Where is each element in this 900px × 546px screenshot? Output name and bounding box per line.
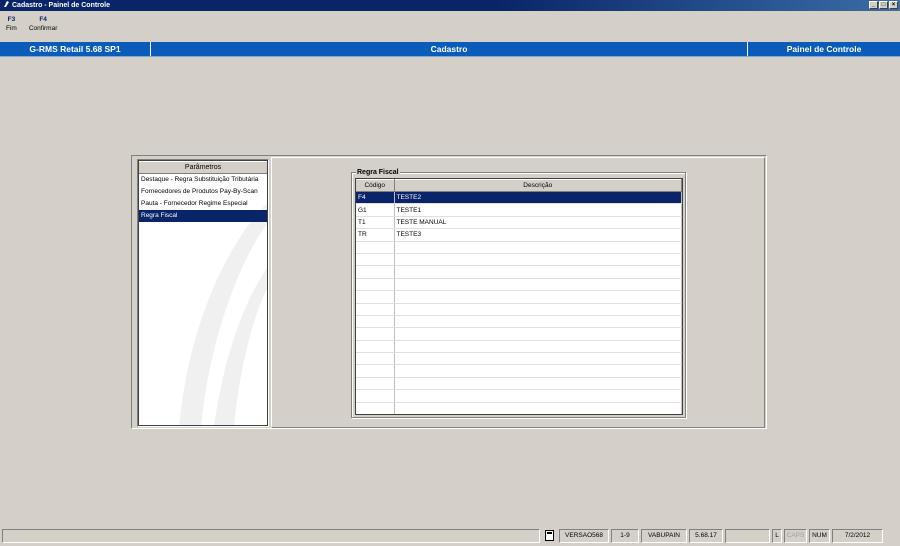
cell-empty bbox=[394, 253, 682, 267]
cell-descricao: TESTE1 bbox=[394, 203, 682, 217]
status-empty bbox=[725, 529, 770, 543]
status-build: 5.68.17 bbox=[689, 529, 723, 543]
cell-empty bbox=[394, 265, 682, 279]
module-name: Cadastro bbox=[151, 42, 748, 56]
parameters-list[interactable]: Parâmetros Destaque - Regra Substituição… bbox=[138, 160, 268, 426]
cell-descricao: TESTE2 bbox=[394, 191, 682, 205]
table-row-empty[interactable] bbox=[356, 241, 682, 254]
cell-empty bbox=[394, 340, 682, 354]
cell-codigo: F4 bbox=[356, 191, 395, 205]
cell-empty bbox=[356, 315, 395, 329]
product-name: G-RMS Retail 5.68 SP1 bbox=[0, 42, 151, 56]
cell-empty bbox=[394, 352, 682, 366]
table-row-empty[interactable] bbox=[356, 290, 682, 304]
fkey-label: Confirmar bbox=[28, 25, 58, 32]
table-row-empty[interactable] bbox=[356, 315, 682, 329]
cell-empty bbox=[356, 265, 395, 279]
list-item[interactable]: Pauta - Fornecedor Regime Especial bbox=[139, 198, 267, 210]
document-icon[interactable] bbox=[545, 530, 554, 541]
cell-empty bbox=[356, 327, 395, 341]
cell-empty bbox=[394, 290, 682, 304]
cell-empty bbox=[356, 402, 395, 414]
table-row-empty[interactable] bbox=[356, 402, 682, 414]
list-item-selected[interactable]: Regra Fiscal bbox=[139, 210, 267, 222]
window-title: Cadastro - Painel de Controle bbox=[12, 2, 111, 9]
status-version: VERSAO568 bbox=[559, 529, 609, 543]
parameters-header: Parâmetros bbox=[139, 161, 267, 174]
table-row-empty[interactable] bbox=[356, 364, 682, 378]
cell-descricao: TESTE3 bbox=[394, 228, 682, 242]
cell-empty bbox=[394, 377, 682, 391]
column-header-codigo[interactable]: Código bbox=[356, 179, 395, 192]
cell-empty bbox=[394, 402, 682, 414]
table-row[interactable]: T1 TESTE MANUAL bbox=[356, 216, 682, 230]
status-page: 1-9 bbox=[611, 529, 639, 543]
group-legend: Regra Fiscal bbox=[356, 168, 400, 177]
cell-empty bbox=[356, 303, 395, 316]
status-caps: CAPS bbox=[784, 529, 807, 543]
table-row-empty[interactable] bbox=[356, 340, 682, 354]
window-title-bar[interactable]: Cadastro - Painel de Controle _ □ × bbox=[0, 0, 900, 11]
fkey-code: F3 bbox=[7, 16, 16, 23]
table-row-empty[interactable] bbox=[356, 265, 682, 279]
list-item[interactable]: Destaque - Regra Substituição Tributária bbox=[139, 174, 267, 186]
table-row-empty[interactable] bbox=[356, 253, 682, 267]
cell-codigo: G1 bbox=[356, 203, 395, 217]
f3-fim-button[interactable]: F3 Fim bbox=[0, 16, 23, 32]
list-item[interactable]: Fornecedores de Produtos Pay-By-Scan bbox=[139, 186, 267, 198]
table-row[interactable]: G1 TESTE1 bbox=[356, 203, 682, 217]
maximize-button[interactable]: □ bbox=[879, 1, 888, 9]
close-button[interactable]: × bbox=[889, 1, 898, 9]
table-row-empty[interactable] bbox=[356, 389, 682, 403]
table-row[interactable]: F4 TESTE2 bbox=[356, 191, 682, 205]
cell-empty bbox=[356, 352, 395, 366]
status-user: VABUPAIN bbox=[641, 529, 687, 543]
table-row-empty[interactable] bbox=[356, 352, 682, 366]
app-icon bbox=[3, 0, 10, 8]
cell-empty bbox=[356, 377, 395, 391]
status-lock: L bbox=[772, 529, 782, 543]
cell-empty bbox=[394, 364, 682, 378]
table-row-empty[interactable] bbox=[356, 278, 682, 292]
cell-empty bbox=[394, 241, 682, 254]
window-controls: _ □ × bbox=[869, 1, 898, 9]
cell-empty bbox=[356, 241, 395, 254]
cell-empty bbox=[356, 278, 395, 292]
cell-empty bbox=[356, 253, 395, 267]
screen-name: Painel de Controle bbox=[786, 44, 862, 54]
table-row-empty[interactable] bbox=[356, 377, 682, 391]
status-bar: VERSAO568 1-9 VABUPAIN 5.68.17 L CAPS NU… bbox=[0, 529, 900, 544]
column-header-descricao[interactable]: Descrição bbox=[394, 179, 682, 192]
minimize-button[interactable]: _ bbox=[869, 1, 878, 9]
header-bar: G-RMS Retail 5.68 SP1 Cadastro Painel de… bbox=[0, 42, 900, 57]
f4-confirmar-button[interactable]: F4 Confirmar bbox=[23, 16, 64, 32]
cell-empty bbox=[394, 315, 682, 329]
function-key-bar: F3 Fim F4 Confirmar bbox=[0, 16, 63, 32]
cell-empty bbox=[356, 340, 395, 354]
cell-empty bbox=[394, 278, 682, 292]
cell-empty bbox=[356, 290, 395, 304]
cell-empty bbox=[356, 364, 395, 378]
status-date: 7/2/2012 bbox=[832, 529, 883, 543]
regra-fiscal-grid[interactable]: Código Descrição F4 TESTE2 G1 TESTE1 T1 … bbox=[355, 178, 683, 415]
table-row-empty[interactable] bbox=[356, 303, 682, 316]
cell-empty bbox=[394, 327, 682, 341]
status-message bbox=[2, 529, 540, 543]
cell-codigo: TR bbox=[356, 228, 395, 242]
document-icon-wrap[interactable] bbox=[542, 529, 557, 543]
status-num: NUM bbox=[809, 529, 830, 543]
fkey-code: F4 bbox=[39, 16, 47, 23]
cell-empty bbox=[356, 389, 395, 403]
table-row[interactable]: TR TESTE3 bbox=[356, 228, 682, 242]
table-row-empty[interactable] bbox=[356, 327, 682, 341]
cell-descricao: TESTE MANUAL bbox=[394, 216, 682, 230]
cell-codigo: T1 bbox=[356, 216, 395, 230]
cell-empty bbox=[394, 303, 682, 316]
fkey-label: Fim bbox=[6, 25, 17, 32]
cell-empty bbox=[394, 389, 682, 403]
